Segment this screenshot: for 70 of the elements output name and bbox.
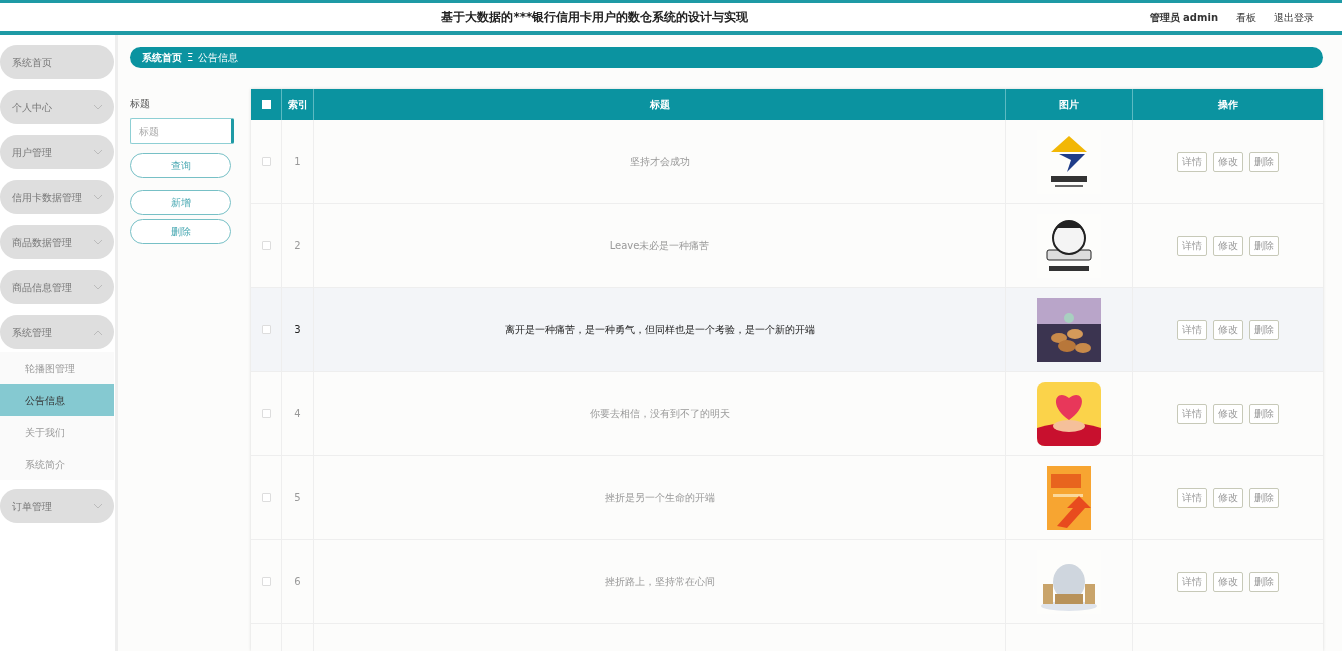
sidebar-menu-item[interactable]: 系统管理 <box>0 315 114 349</box>
column-header: 标题 <box>314 89 1006 120</box>
user-label: 管理员 admin <box>1149 10 1218 25</box>
sidebar-menu-item[interactable]: 订单管理 <box>0 489 114 523</box>
sidebar-menu-item[interactable]: 商品数据管理 <box>0 225 114 259</box>
column-header: 操作 <box>1217 98 1239 112</box>
row-action-button[interactable]: 删除 <box>1249 151 1279 172</box>
title-input-field[interactable]: 标题 <box>130 118 234 144</box>
submenu-item[interactable]: 关于我们 <box>0 416 114 448</box>
filter-label: 标题 <box>130 97 151 111</box>
row-action-button[interactable]: 修改 <box>1213 487 1243 508</box>
row-action-button[interactable]: 删除 <box>1249 235 1279 256</box>
chevron-down-icon <box>94 503 102 509</box>
submenu-item[interactable]: 系统简介 <box>0 448 114 480</box>
index-cell-text: 3 <box>294 323 301 337</box>
row-action-button[interactable]: 修改 <box>1213 319 1243 340</box>
filter-button[interactable]: 新增 <box>130 190 231 215</box>
chevron-down-icon <box>94 104 102 110</box>
chevron-down-icon <box>94 284 102 290</box>
row-action-button[interactable]: 删除 <box>1249 403 1279 424</box>
title-cell-text: 挫折路上，坚持常在心间 <box>604 575 715 589</box>
title-cell-text: 离开是一种痛苦，是一种勇气，但同样也是一个考验，是一个新的开端 <box>504 323 815 337</box>
filter-button[interactable]: 删除 <box>130 219 231 244</box>
sidebar-menu-item[interactable]: 系统首页 <box>0 45 114 79</box>
breadcrumb-current: 公告信息 <box>198 51 239 65</box>
row-action-button[interactable]: 修改 <box>1213 571 1243 592</box>
row-action-button[interactable]: 详情 <box>1177 319 1207 340</box>
row-checkbox[interactable] <box>261 325 271 334</box>
header-link[interactable]: 退出登录 <box>1274 9 1314 25</box>
header-link[interactable]: 看板 <box>1236 9 1256 25</box>
submenu-item[interactable]: 公告信息 <box>0 384 114 416</box>
index-cell-text: 4 <box>294 407 301 421</box>
title-cell-text: 坚持才会成功 <box>629 155 690 169</box>
row-action-button[interactable]: 删除 <box>1249 487 1279 508</box>
row-action-button[interactable]: 删除 <box>1249 571 1279 592</box>
row-checkbox[interactable] <box>261 493 271 502</box>
submenu-item[interactable]: 轮播图管理 <box>0 352 114 384</box>
index-cell-text: 5 <box>294 491 301 505</box>
row-action-button[interactable]: 修改 <box>1213 151 1243 172</box>
index-cell-text: 1 <box>294 155 301 169</box>
row-checkbox[interactable] <box>261 409 271 418</box>
row-action-button[interactable]: 修改 <box>1213 403 1243 424</box>
title-cell-text: 你要去相信，没有到不了的明天 <box>589 407 730 421</box>
column-header: 图片 <box>1006 89 1133 120</box>
row-action-button[interactable]: 详情 <box>1177 403 1207 424</box>
breadcrumb-separator: Ξ <box>187 51 194 65</box>
breadcrumb-link[interactable]: 系统首页 <box>142 50 182 65</box>
index-cell-text: 2 <box>294 239 301 253</box>
chevron-up-icon <box>94 329 102 335</box>
select-all-checkbox[interactable] <box>261 100 271 109</box>
row-action-button[interactable]: 详情 <box>1177 487 1207 508</box>
sidebar-menu-item[interactable]: 用户管理 <box>0 135 114 169</box>
sidebar-menu-item[interactable]: 商品信息管理 <box>0 270 114 304</box>
row-action-button[interactable]: 详情 <box>1177 235 1207 256</box>
row-action-button[interactable]: 修改 <box>1213 235 1243 256</box>
page-title: 基于大数据的***银行信用卡用户的数仓系统的设计与实现 <box>441 9 749 26</box>
row-checkbox[interactable] <box>261 577 271 586</box>
row-action-button[interactable]: 删除 <box>1249 319 1279 340</box>
row-action-button[interactable]: 详情 <box>1177 151 1207 172</box>
row-action-button[interactable]: 详情 <box>1177 571 1207 592</box>
sidebar-menu-item[interactable]: 信用卡数据管理 <box>0 180 114 214</box>
column-header: 索引 <box>282 89 314 120</box>
filter-button[interactable]: 查询 <box>130 153 231 178</box>
index-cell-text: 6 <box>294 575 301 589</box>
sidebar-menu-item[interactable]: 个人中心 <box>0 90 114 124</box>
chevron-down-icon <box>94 149 102 155</box>
chevron-down-icon <box>94 239 102 245</box>
row-checkbox[interactable] <box>261 157 271 166</box>
chevron-down-icon <box>94 194 102 200</box>
row-checkbox[interactable] <box>261 241 271 250</box>
